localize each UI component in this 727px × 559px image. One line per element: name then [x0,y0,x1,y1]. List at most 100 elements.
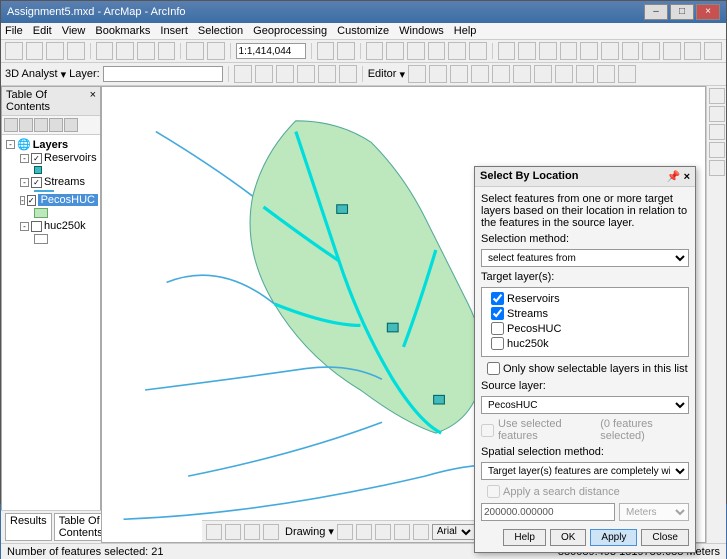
search-icon[interactable] [318,65,336,83]
target-layer-checkbox[interactable] [491,292,504,305]
sel-method-select[interactable]: select features from [481,249,689,267]
text-icon[interactable] [394,524,410,540]
tab-results[interactable]: Results [5,513,52,541]
print-icon[interactable] [67,42,85,60]
menu-edit[interactable]: Edit [33,25,52,37]
only-selectable-checkbox[interactable] [487,362,500,375]
python-icon[interactable] [255,65,273,83]
expand-icon[interactable]: - [20,178,29,187]
maximize-button[interactable]: □ [670,4,694,20]
pause-icon[interactable] [263,524,279,540]
menu-view[interactable]: View [62,25,86,37]
open-icon[interactable] [26,42,44,60]
menu-selection[interactable]: Selection [198,25,243,37]
attributes-icon[interactable] [576,65,594,83]
trace-icon[interactable] [450,65,468,83]
modelbuilder-icon[interactable] [234,65,252,83]
target-layer-checkbox[interactable] [491,337,504,350]
spatial-method-select[interactable]: Target layer(s) features are completely … [481,462,689,480]
layout-view-icon[interactable] [225,524,241,540]
layer-item[interactable]: PecosHUC [38,194,98,206]
search-window-icon[interactable] [709,106,725,122]
layer-item[interactable]: huc250k [44,220,86,232]
chevron-down-icon[interactable]: ▾ [399,68,405,81]
data-view-icon[interactable] [206,524,222,540]
expand-icon[interactable]: - [6,140,15,149]
back-icon[interactable] [448,42,466,60]
georef-icon[interactable] [276,65,294,83]
sketch-properties-icon[interactable] [597,65,615,83]
edit-tool-icon[interactable] [408,65,426,83]
image-analysis-icon[interactable] [709,160,725,176]
layer-checkbox[interactable]: ✓ [31,153,42,164]
analyst-label[interactable]: 3D Analyst [5,68,58,80]
rectangle-icon[interactable] [375,524,391,540]
zoom-out-icon[interactable] [386,42,404,60]
toolbox-icon[interactable] [709,124,725,140]
minimize-button[interactable]: – [644,4,668,20]
list-by-visibility-icon[interactable] [34,118,48,132]
font-select[interactable]: Arial [432,524,475,540]
ok-button[interactable]: OK [550,529,586,546]
layer-checkbox[interactable]: ✓ [27,195,36,206]
list-by-selection-icon[interactable] [49,118,63,132]
list-by-source-icon[interactable] [19,118,33,132]
target-layer-checkbox[interactable] [491,322,504,335]
expand-icon[interactable]: - [20,154,29,163]
edit-vertices-icon[interactable] [471,65,489,83]
find-icon[interactable] [580,42,598,60]
clear-selection-icon[interactable] [518,42,536,60]
menu-geoprocessing[interactable]: Geoprocessing [253,25,327,37]
drawing-label[interactable]: Drawing [285,526,325,538]
paste-icon[interactable] [137,42,155,60]
add-data-icon[interactable] [317,42,335,60]
pointer-icon[interactable] [539,42,557,60]
select-features-icon[interactable] [498,42,516,60]
select-elements-icon[interactable] [337,524,353,540]
pin-icon[interactable]: 📌 [667,171,681,183]
measure-icon[interactable] [622,42,640,60]
close-button[interactable]: × [696,4,720,20]
source-layer-select[interactable]: PecosHUC [481,396,689,414]
toc-close-icon[interactable]: × [90,89,96,113]
menu-customize[interactable]: Customize [337,25,389,37]
menu-bookmarks[interactable]: Bookmarks [95,25,150,37]
delete-icon[interactable] [158,42,176,60]
rotate-icon[interactable] [356,524,372,540]
arc-toolbox-icon[interactable] [339,65,357,83]
help-button[interactable]: Help [503,529,546,546]
menu-insert[interactable]: Insert [160,25,188,37]
full-extent-icon[interactable] [428,42,446,60]
chevron-down-icon[interactable]: ▾ [61,68,67,81]
editor-label[interactable]: Editor [368,68,397,80]
layer-checkbox[interactable]: ✓ [31,177,42,188]
viewer-icon[interactable] [704,42,722,60]
new-icon[interactable] [5,42,23,60]
zoom-in-icon[interactable] [366,42,384,60]
rotate-icon[interactable] [555,65,573,83]
layers-root[interactable]: Layers [33,139,68,151]
catalog-window-icon[interactable] [709,88,725,104]
cut-polygons-icon[interactable] [513,65,531,83]
redo-icon[interactable] [207,42,225,60]
menu-file[interactable]: File [5,25,23,37]
options-icon[interactable] [64,118,78,132]
close-button[interactable]: Close [641,529,689,546]
results-icon[interactable] [709,142,725,158]
copy-icon[interactable] [116,42,134,60]
target-layers-list[interactable]: ReservoirsStreamsPecosHUChuc250k [481,287,689,357]
pan-icon[interactable] [407,42,425,60]
save-icon[interactable] [46,42,64,60]
tab-toc[interactable]: Table Of Contents [54,513,108,541]
dialog-close-icon[interactable]: × [684,171,690,183]
menu-help[interactable]: Help [454,25,477,37]
identify-icon[interactable] [560,42,578,60]
edit-vertices-icon[interactable] [413,524,429,540]
time-slider-icon[interactable] [684,42,702,60]
goto-xy-icon[interactable] [601,42,619,60]
apply-button[interactable]: Apply [590,529,637,546]
refresh-icon[interactable] [244,524,260,540]
split-icon[interactable] [534,65,552,83]
layer-item[interactable]: Reservoirs [44,152,97,164]
sketch-icon[interactable] [429,65,447,83]
